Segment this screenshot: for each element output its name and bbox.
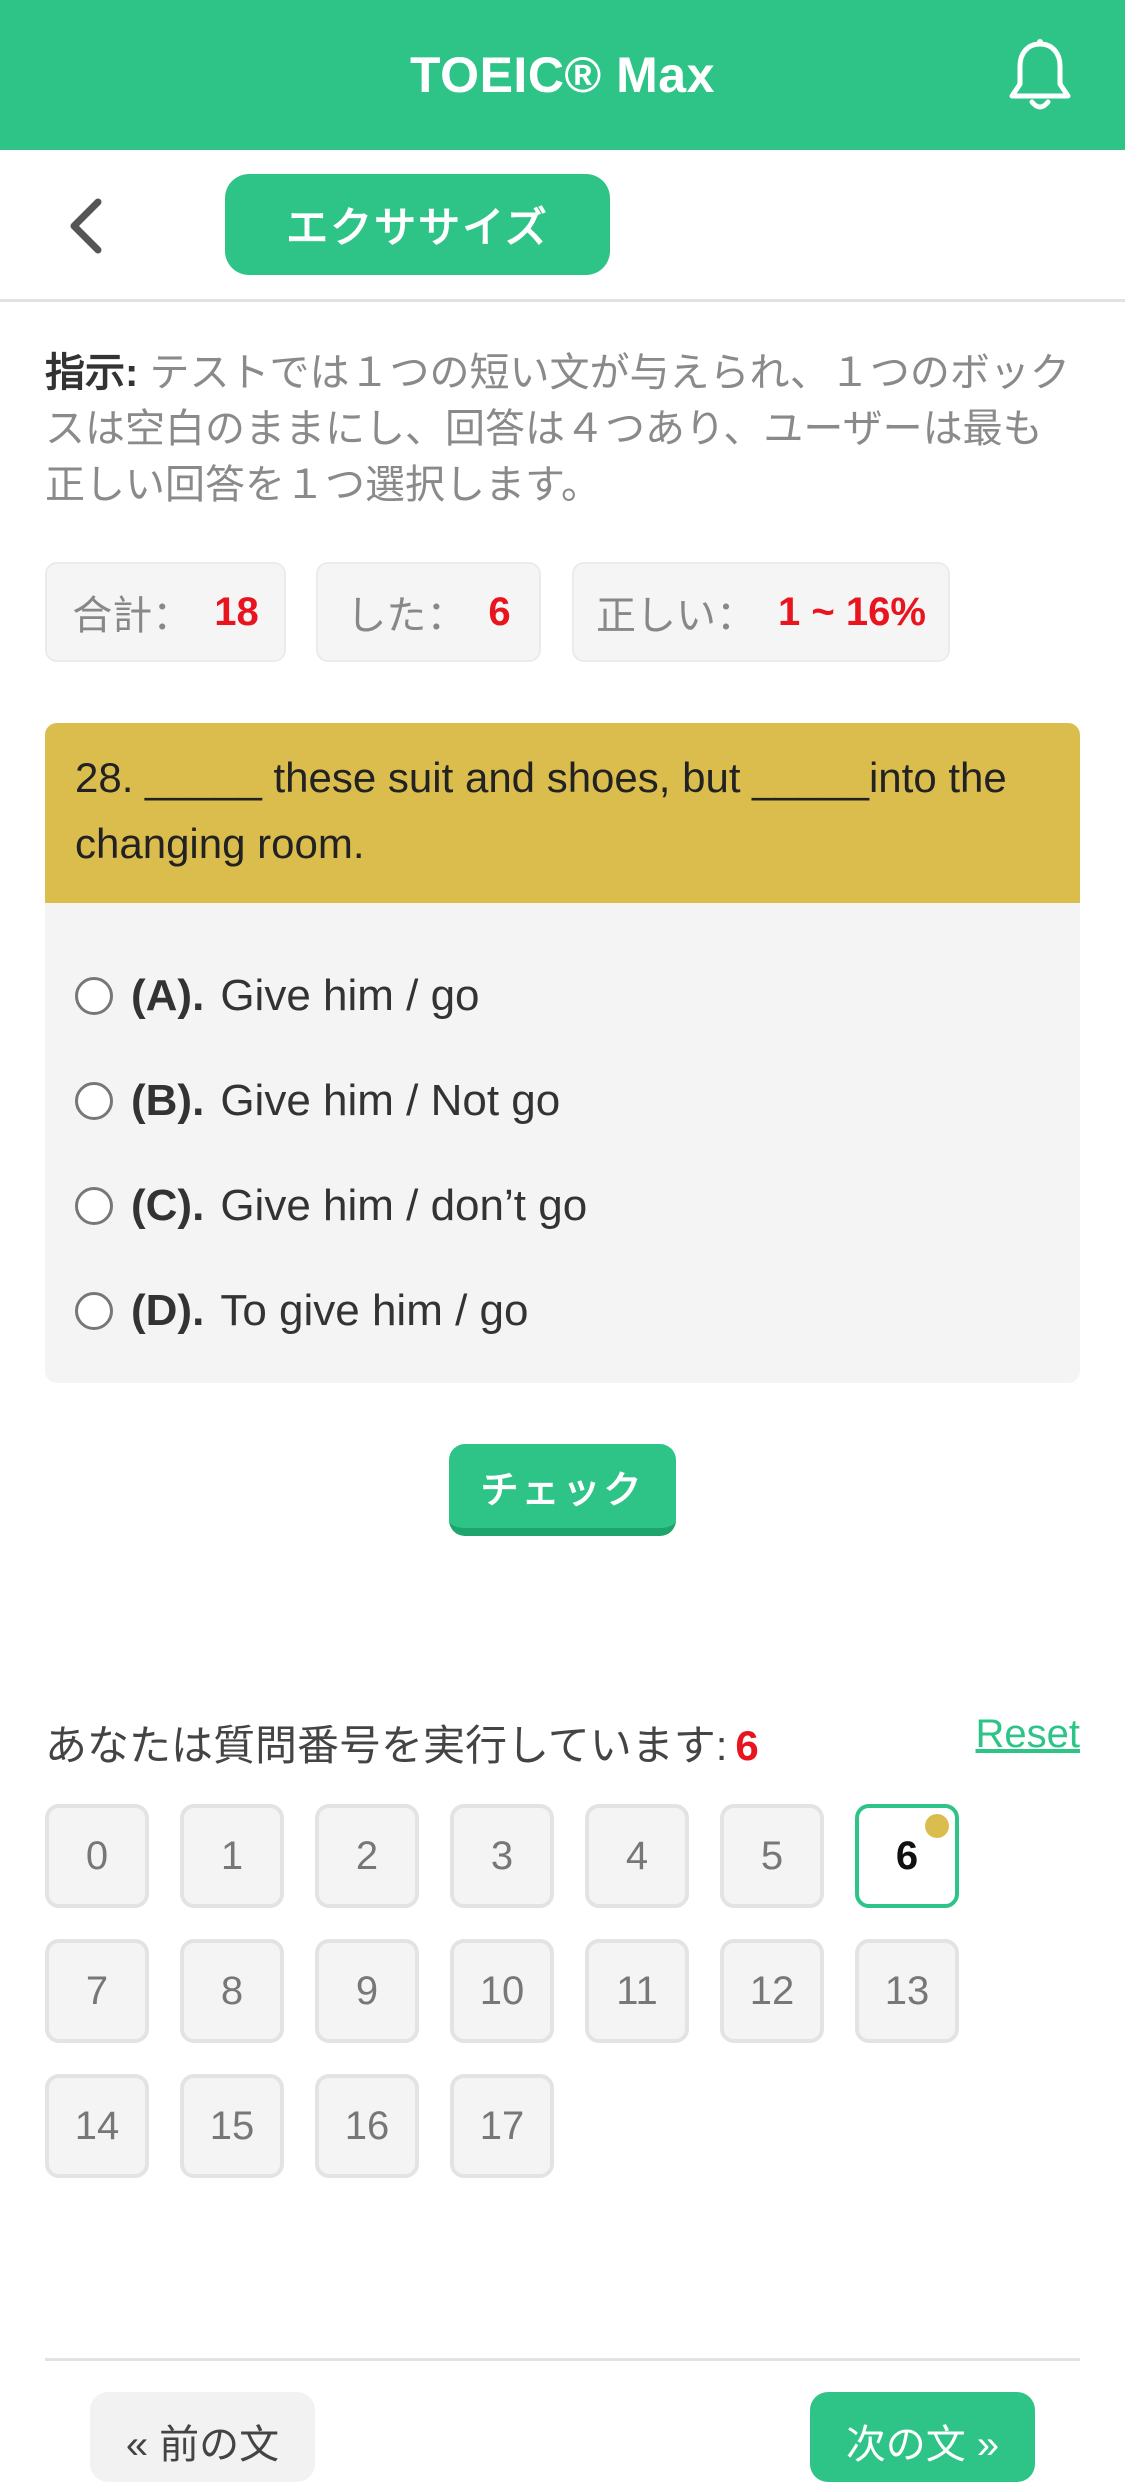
question-number-button[interactable]: 12 (720, 1939, 824, 2043)
app-header: TOEIC® Max (0, 0, 1125, 150)
answer-option-c[interactable]: (C). Give him / don’t go (75, 1176, 587, 1236)
question-number-button[interactable]: 11 (585, 1939, 689, 2043)
toolbar: エクササイズ (0, 150, 1125, 302)
instruction-body: テストでは１つの短い文が与えられ、１つのボックスは空白のままにし、回答は４つあり… (45, 351, 1070, 507)
previous-sentence-button[interactable]: « 前の文 (90, 2392, 315, 2482)
app-title: TOEIC® Max (410, 47, 715, 103)
stat-correct: 正しい： 1 ~ 16% (572, 562, 950, 662)
question-number-button[interactable]: 16 (315, 2074, 419, 2178)
question-number-button[interactable]: 7 (45, 1939, 149, 2043)
instruction-text: 指示: テストでは１つの短い文が与えられ、１つのボックスは空白のままにし、回答は… (45, 345, 1075, 513)
radio-button[interactable] (75, 1187, 113, 1225)
radio-button[interactable] (75, 1082, 113, 1120)
question-number-button[interactable]: 17 (450, 2074, 554, 2178)
reset-link[interactable]: Reset (976, 1712, 1081, 1757)
stat-done-label: した： (346, 594, 467, 638)
divider (45, 2358, 1080, 2361)
answer-option-a[interactable]: (A). Give him / go (75, 966, 480, 1026)
question-number-button[interactable]: 9 (315, 1939, 419, 2043)
instruction-label: 指示: (45, 351, 139, 395)
bell-icon[interactable] (1005, 38, 1075, 114)
progress-label-text: あなたは質問番号を実行しています: (45, 1722, 728, 1769)
question-number-button[interactable]: 0 (45, 1804, 149, 1908)
stat-total-label: 合計： (72, 594, 193, 638)
question-number-button[interactable]: 2 (315, 1804, 419, 1908)
stat-correct-label: 正しい： (596, 594, 757, 638)
answer-option-b[interactable]: (B). Give him / Not go (75, 1071, 560, 1131)
question-number-button[interactable]: 14 (45, 2074, 149, 2178)
stat-total: 合計： 18 (45, 562, 286, 662)
stat-total-value: 18 (214, 589, 259, 634)
chevron-left-icon (70, 198, 102, 254)
current-question-number: 6 (735, 1722, 759, 1769)
back-button[interactable] (60, 194, 120, 258)
question-card: 28. _____ these suit and shoes, but ____… (45, 723, 1080, 1383)
radio-button[interactable] (75, 1292, 113, 1330)
question-number-button[interactable]: 4 (585, 1804, 689, 1908)
option-letter: (D). (131, 1286, 205, 1335)
radio-button[interactable] (75, 977, 113, 1015)
progress-label: あなたは質問番号を実行しています: 6 (45, 1712, 759, 1773)
option-letter: (A). (131, 971, 205, 1020)
question-number-button[interactable]: 8 (180, 1939, 284, 2043)
current-indicator-dot (925, 1814, 949, 1838)
question-number-button[interactable]: 13 (855, 1939, 959, 2043)
stat-done-value: 6 (488, 589, 511, 634)
option-letter: (B). (131, 1076, 205, 1125)
question-text: 28. _____ these suit and shoes, but ____… (45, 723, 1080, 903)
option-text: Give him / Not go (220, 1076, 561, 1125)
question-number-button[interactable]: 10 (450, 1939, 554, 2043)
question-number-button-active[interactable]: 6 (855, 1804, 959, 1908)
question-number-button[interactable]: 5 (720, 1804, 824, 1908)
question-number-label: 6 (895, 1833, 919, 1878)
option-text: To give him / go (220, 1286, 529, 1335)
answer-option-d[interactable]: (D). To give him / go (75, 1281, 528, 1341)
question-number-button[interactable]: 15 (180, 2074, 284, 2178)
option-letter: (C). (131, 1181, 205, 1230)
question-number-button[interactable]: 1 (180, 1804, 284, 1908)
next-sentence-button[interactable]: 次の文 » (810, 2392, 1035, 2482)
option-text: Give him / go (220, 971, 480, 1020)
exercise-tab-button[interactable]: エクササイズ (225, 174, 610, 275)
check-button[interactable]: チェック (449, 1444, 676, 1536)
question-number-button[interactable]: 3 (450, 1804, 554, 1908)
option-text: Give him / don’t go (220, 1181, 588, 1230)
stat-done: した： 6 (316, 562, 541, 662)
stat-correct-value: 1 ~ 16% (778, 589, 926, 634)
